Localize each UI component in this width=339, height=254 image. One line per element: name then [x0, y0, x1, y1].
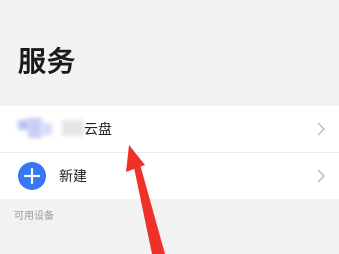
annotation-arrow-icon: [126, 145, 165, 254]
